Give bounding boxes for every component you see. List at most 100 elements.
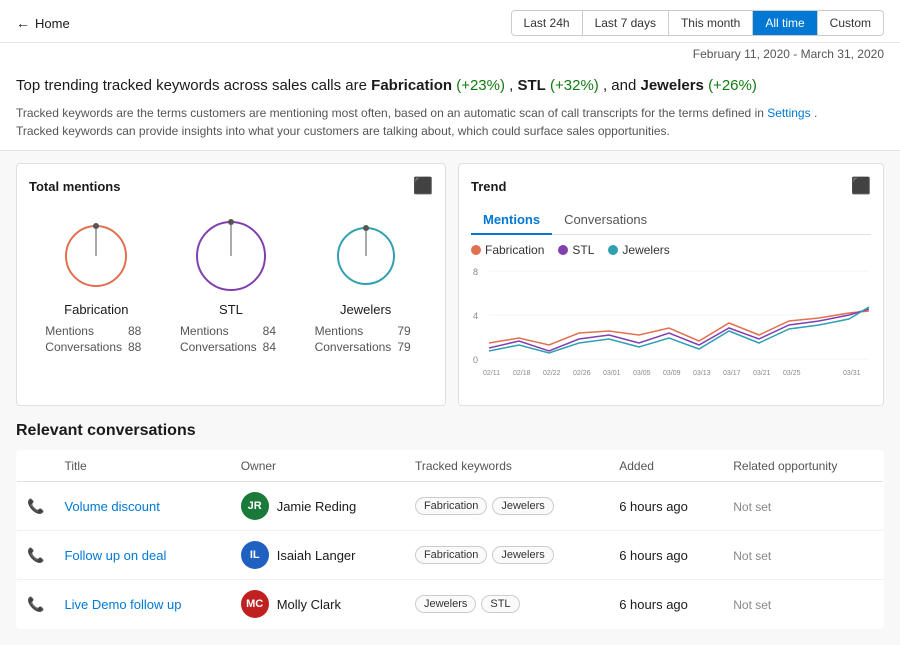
legend-stl: STL (558, 243, 594, 257)
jewelers-stats: Mentions79 Conversations79 (315, 323, 417, 355)
keyword3: Jewelers (641, 77, 704, 94)
filter-thismonth[interactable]: This month (669, 11, 753, 35)
trend-legend: Fabrication STL Jewelers (471, 243, 871, 257)
filter-alltime[interactable]: All time (753, 11, 817, 35)
table-row: 📞Follow up on deal IL Isaiah Langer Fabr… (17, 531, 884, 580)
svg-text:4: 4 (473, 311, 478, 321)
opportunity-cell: Not set (723, 580, 883, 629)
conversations-table: Title Owner Tracked keywords Added Relat… (16, 450, 884, 629)
filter-last24h[interactable]: Last 24h (512, 11, 583, 35)
trend-card: Trend ⬛ Mentions Conversations Fabricati… (458, 163, 884, 406)
tab-conversations[interactable]: Conversations (552, 208, 659, 235)
owner-cell: JR Jamie Reding (241, 492, 395, 520)
trend-tabs: Mentions Conversations (471, 208, 871, 235)
desc-line1: Tracked keywords are the terms customers… (16, 106, 767, 120)
col-keywords: Tracked keywords (405, 451, 609, 482)
svg-text:02/18: 02/18 (513, 370, 531, 377)
mentions-card-header: Total mentions ⬛ (29, 176, 433, 196)
desc-period: . (814, 106, 817, 120)
col-phone (17, 451, 55, 482)
svg-text:02/26: 02/26 (573, 370, 591, 377)
trend-chart-area: 8 4 0 02/11 02/18 02/22 02/26 03/01 (471, 263, 871, 393)
svg-text:03/31: 03/31 (843, 370, 861, 377)
owner-name: Molly Clark (277, 597, 341, 612)
legend-fabrication: Fabrication (471, 243, 544, 257)
back-link[interactable]: ← Home (16, 15, 70, 31)
opportunity-value: Not set (733, 598, 771, 612)
owner-name: Isaiah Langer (277, 548, 356, 563)
keyword-tag: Fabrication (415, 497, 487, 515)
fabrication-label: Fabrication (64, 302, 128, 317)
svg-text:03/09: 03/09 (663, 370, 681, 377)
trend-share-icon[interactable]: ⬛ (851, 176, 871, 196)
jewelers-circle-svg (326, 216, 406, 296)
stl-circle-svg (191, 216, 271, 296)
stl-label: STL (219, 302, 243, 317)
legend-dot-fabrication (471, 245, 481, 255)
legend-label-fabrication: Fabrication (485, 243, 544, 257)
owner-avatar: JR (241, 492, 269, 520)
owner-cell: MC Molly Clark (241, 590, 395, 618)
headline-sep1: , (509, 77, 517, 94)
svg-text:02/11: 02/11 (483, 370, 500, 377)
trend-title: Trend (471, 179, 506, 194)
filter-custom[interactable]: Custom (818, 11, 883, 35)
fabrication-circle-svg (56, 216, 136, 296)
circles-row: Fabrication Mentions88 Conversations88 S… (29, 208, 433, 359)
conversations-title: Relevant conversations (16, 418, 884, 440)
circle-jewelers: Jewelers Mentions79 Conversations79 (315, 216, 417, 355)
trend-card-header: Trend ⬛ (471, 176, 871, 196)
headline-section: Top trending tracked keywords across sal… (0, 65, 900, 100)
svg-text:03/21: 03/21 (753, 370, 771, 377)
legend-dot-jewelers (608, 245, 618, 255)
back-label: Home (35, 16, 70, 31)
keywords-cell: FabricationJewelers (405, 531, 609, 580)
svg-text:03/13: 03/13 (693, 370, 711, 377)
back-arrow-icon: ← (16, 15, 30, 31)
keyword2: STL (518, 77, 546, 94)
svg-text:03/25: 03/25 (783, 370, 801, 377)
legend-label-jewelers: Jewelers (622, 243, 669, 257)
headline-text: Top trending tracked keywords across sal… (16, 75, 884, 96)
svg-text:03/17: 03/17 (723, 370, 741, 377)
phone-icon: 📞 (27, 498, 44, 514)
svg-text:0: 0 (473, 355, 478, 365)
svg-text:02/22: 02/22 (543, 370, 561, 377)
keyword3-change: (+26%) (708, 77, 757, 94)
headline-description: Tracked keywords are the terms customers… (0, 100, 900, 151)
total-mentions-card: Total mentions ⬛ Fabrication Mentions88 … (16, 163, 446, 406)
mentions-title: Total mentions (29, 179, 120, 194)
conv-title[interactable]: Follow up on deal (54, 531, 230, 580)
filter-last7days[interactable]: Last 7 days (583, 11, 669, 35)
keyword1: Fabrication (371, 77, 452, 94)
owner-avatar: MC (241, 590, 269, 618)
col-title: Title (54, 451, 230, 482)
desc-line2: Tracked keywords can provide insights in… (16, 124, 670, 138)
headline-prefix: Top trending tracked keywords across sal… (16, 77, 371, 94)
conv-title[interactable]: Volume discount (54, 482, 230, 531)
owner-avatar: IL (241, 541, 269, 569)
legend-dot-stl (558, 245, 568, 255)
added-cell: 6 hours ago (609, 580, 723, 629)
circle-fabrication: Fabrication Mentions88 Conversations88 (45, 216, 147, 355)
headline-sep2: , and (603, 77, 641, 94)
keyword-tag: Fabrication (415, 546, 487, 564)
tab-mentions[interactable]: Mentions (471, 208, 552, 235)
mentions-share-icon[interactable]: ⬛ (413, 176, 433, 196)
table-row: 📞 Live Demo follow up MC Molly Clark Jewe… (17, 580, 884, 629)
keywords-cell: JewelersSTL (405, 580, 609, 629)
keyword-tag: Jewelers (492, 497, 553, 515)
conv-title[interactable]: Live Demo follow up (54, 580, 230, 629)
keyword1-change: (+23%) (456, 77, 505, 94)
opportunity-cell: Not set (723, 482, 883, 531)
fabrication-stats: Mentions88 Conversations88 (45, 323, 147, 355)
settings-link[interactable]: Settings (767, 106, 810, 120)
col-added: Added (609, 451, 723, 482)
circle-stl: STL Mentions84 Conversations84 (180, 216, 282, 355)
trend-chart-svg: 8 4 0 02/11 02/18 02/22 02/26 03/01 (471, 263, 871, 393)
owner-name: Jamie Reding (277, 499, 357, 514)
opportunity-value: Not set (733, 500, 771, 514)
added-cell: 6 hours ago (609, 531, 723, 580)
keyword2-change: (+32%) (550, 77, 599, 94)
phone-icon: 📞 (27, 596, 44, 612)
